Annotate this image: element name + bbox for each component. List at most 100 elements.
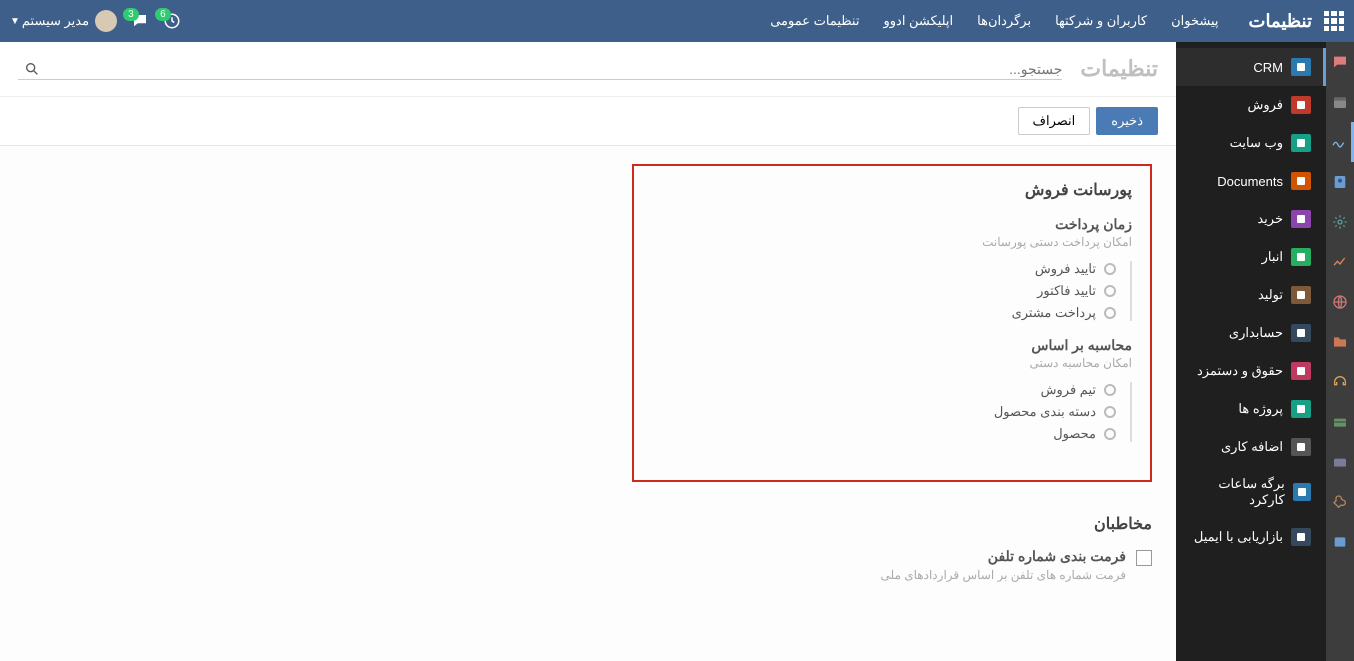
main-area: تنظیمات ذخیره انصراف پورسانت فروش زمان پ… xyxy=(0,42,1176,661)
topbar: تنظیمات پیشخوان کاربران و شرکتها برگردان… xyxy=(0,0,1354,42)
sidebar-item-7[interactable]: حسابداری xyxy=(1176,314,1326,352)
rail-contacts-icon[interactable] xyxy=(1326,162,1354,202)
pay-time-block: زمان پرداخت امکان پرداخت دستی پورسانت تا… xyxy=(652,216,1132,321)
sidebar-item-8[interactable]: حقوق و دستمزد xyxy=(1176,352,1326,390)
radio-category[interactable]: دسته بندی محصول xyxy=(652,404,1116,420)
sidebar-item-label: برگه ساعات کارکرد xyxy=(1188,476,1285,508)
user-menu[interactable]: مدیر سیستم ▼ xyxy=(10,10,117,32)
radio-label: تایید فروش xyxy=(1035,261,1096,277)
sidebar-item-9[interactable]: پروژه ها xyxy=(1176,390,1326,428)
rail-website-icon[interactable] xyxy=(1326,282,1354,322)
rail-crm-icon[interactable] xyxy=(1326,202,1354,242)
rail-sales-icon[interactable] xyxy=(1326,242,1354,282)
page-title: تنظیمات xyxy=(1080,56,1158,82)
commission-title: پورسانت فروش xyxy=(652,180,1132,200)
topbar-right: 6 3 مدیر سیستم ▼ xyxy=(10,10,181,32)
sidebar-icon xyxy=(1291,96,1311,114)
rail-inventory-icon[interactable] xyxy=(1326,442,1354,482)
contacts-section: مخاطبان فرمت بندی شماره تلفن فرمت شماره … xyxy=(632,514,1152,582)
sidebar-icon xyxy=(1293,483,1311,501)
sidebar-item-label: حقوق و دستمزد xyxy=(1197,363,1283,379)
rail-calendar-icon[interactable] xyxy=(1326,82,1354,122)
sidebar-item-label: تولید xyxy=(1258,287,1283,303)
sidebar-icon xyxy=(1291,134,1311,152)
sidebar-icon xyxy=(1291,58,1311,76)
pay-time-desc: امکان پرداخت دستی پورسانت xyxy=(652,235,1132,249)
apps-icon[interactable] xyxy=(1324,11,1344,31)
sidebar-item-label: اضافه کاری xyxy=(1221,439,1283,455)
calc-title: محاسبه بر اساس xyxy=(652,337,1132,354)
sidebar-item-4[interactable]: خرید xyxy=(1176,200,1326,238)
icon-rail xyxy=(1326,42,1354,661)
activity-icon[interactable]: 6 xyxy=(163,12,181,30)
sidebar-icon xyxy=(1291,324,1311,342)
sidebar-icon xyxy=(1291,248,1311,266)
sidebar-item-6[interactable]: تولید xyxy=(1176,276,1326,314)
search-input[interactable] xyxy=(46,61,1062,77)
rail-manufacturing-icon[interactable] xyxy=(1326,482,1354,522)
pay-time-title: زمان پرداخت xyxy=(652,216,1132,233)
contacts-title: مخاطبان xyxy=(632,514,1152,534)
sidebar-item-label: وب سایت xyxy=(1230,135,1283,151)
messages-badge: 3 xyxy=(123,8,139,21)
sidebar-icon xyxy=(1291,400,1311,418)
rail-support-icon[interactable] xyxy=(1326,362,1354,402)
radio-product[interactable]: محصول xyxy=(652,426,1116,442)
sidebar-item-12[interactable]: بازاریابی با ایمیل xyxy=(1176,518,1326,556)
radio-sale-confirm[interactable]: تایید فروش xyxy=(652,261,1116,277)
search-icon[interactable] xyxy=(18,61,46,77)
sidebar-item-label: Documents xyxy=(1217,174,1283,189)
cancel-button[interactable]: انصراف xyxy=(1018,107,1091,135)
radio-label: محصول xyxy=(1053,426,1096,442)
calc-desc: امکان محاسبه دستی xyxy=(652,356,1132,370)
menu-users[interactable]: کاربران و شرکتها xyxy=(1045,7,1157,35)
sidebar-item-11[interactable]: برگه ساعات کارکرد xyxy=(1176,466,1326,518)
rail-more-icon[interactable] xyxy=(1326,522,1354,562)
rail-discuss-icon[interactable] xyxy=(1326,42,1354,82)
sidebar-item-2[interactable]: وب سایت xyxy=(1176,124,1326,162)
sidebar-item-label: فروش xyxy=(1247,97,1283,113)
settings-content[interactable]: پورسانت فروش زمان پرداخت امکان پرداخت دس… xyxy=(0,146,1176,661)
radio-label: پرداخت مشتری xyxy=(1012,305,1096,321)
topbar-menu: پیشخوان کاربران و شرکتها برگردان‌ها اپلی… xyxy=(760,7,1228,35)
sidebar-item-label: پروژه ها xyxy=(1238,401,1283,417)
sidebar-icon xyxy=(1291,528,1311,546)
menu-dashboard[interactable]: پیشخوان xyxy=(1161,7,1228,35)
action-row: ذخیره انصراف xyxy=(0,97,1176,146)
calc-options: تیم فروش دسته بندی محصول محصول xyxy=(652,382,1132,442)
radio-label: تیم فروش xyxy=(1041,382,1096,398)
sidebar-item-3[interactable]: Documents xyxy=(1176,162,1326,200)
sidebar-icon xyxy=(1291,438,1311,456)
commission-section: پورسانت فروش زمان پرداخت امکان پرداخت دس… xyxy=(632,164,1152,482)
menu-general[interactable]: تنظیمات عمومی xyxy=(760,7,869,35)
phone-format-checkbox[interactable] xyxy=(1136,550,1152,566)
sidebar-item-10[interactable]: اضافه کاری xyxy=(1176,428,1326,466)
sidebar-item-5[interactable]: انبار xyxy=(1176,238,1326,276)
chevron-down-icon: ▼ xyxy=(10,16,20,27)
app-title: تنظیمات xyxy=(1249,11,1312,32)
sidebar-icon xyxy=(1291,172,1311,190)
sidebar-icon xyxy=(1291,210,1311,228)
menu-odoo-app[interactable]: اپلیکشن ادوو xyxy=(873,7,963,35)
rail-signature-icon[interactable] xyxy=(1326,122,1354,162)
sidebar-item-1[interactable]: فروش xyxy=(1176,86,1326,124)
radio-sales-team[interactable]: تیم فروش xyxy=(652,382,1116,398)
radio-customer-pay[interactable]: پرداخت مشتری xyxy=(652,305,1116,321)
save-button[interactable]: ذخیره xyxy=(1096,107,1158,135)
rail-purchase-icon[interactable] xyxy=(1326,402,1354,442)
radio-invoice-confirm[interactable]: تایید فاکتور xyxy=(652,283,1116,299)
phone-format-label: فرمت بندی شماره تلفن xyxy=(881,548,1126,565)
activity-badge: 6 xyxy=(155,8,171,21)
sidebar-icon xyxy=(1291,362,1311,380)
sidebar-item-label: خرید xyxy=(1257,211,1283,227)
phone-format-desc: فرمت شماره های تلفن بر اساس قراردادهای م… xyxy=(881,568,1126,582)
sidebar-item-label: حسابداری xyxy=(1229,325,1283,341)
sidebar-item-label: بازاریابی با ایمیل xyxy=(1194,529,1283,545)
menu-translations[interactable]: برگردان‌ها xyxy=(967,7,1041,35)
rail-documents-icon[interactable] xyxy=(1326,322,1354,362)
search-wrap xyxy=(18,59,1062,80)
sidebar-icon xyxy=(1291,286,1311,304)
messages-icon[interactable]: 3 xyxy=(131,12,149,30)
sidebar-item-0[interactable]: CRM xyxy=(1176,48,1326,86)
sidebar-item-label: انبار xyxy=(1262,249,1283,265)
